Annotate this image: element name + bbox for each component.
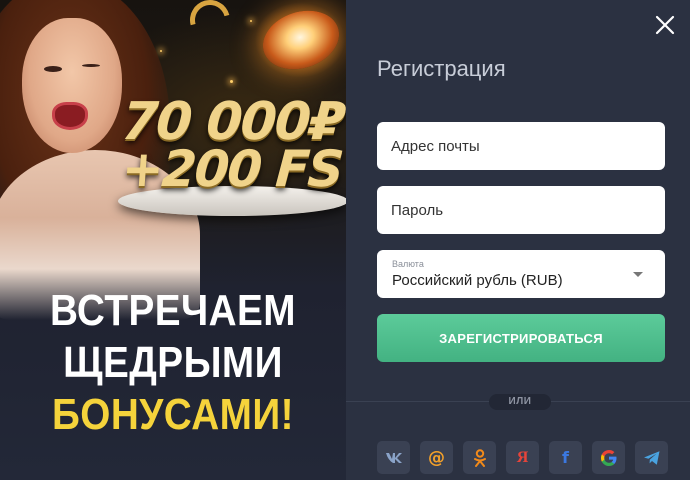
social-facebook-button[interactable]: f	[549, 441, 582, 474]
sparkle	[250, 20, 252, 22]
social-telegram-button[interactable]	[635, 441, 668, 474]
social-ok-button[interactable]	[463, 441, 496, 474]
odnoklassniki-icon	[473, 448, 486, 467]
register-button[interactable]: ЗАРЕГИСТРИРОВАТЬСЯ	[377, 314, 665, 362]
sparkle	[160, 50, 162, 52]
promo-woman-mouth	[52, 102, 88, 130]
prize-free-spins: +200 FS	[119, 140, 344, 198]
social-mailru-button[interactable]: @	[420, 441, 453, 474]
mail-ru-icon: @	[428, 447, 445, 468]
prize-text: 70 000₽ +200 FS	[119, 92, 346, 198]
social-yandex-button[interactable]: Я	[506, 441, 539, 474]
email-field[interactable]	[377, 122, 665, 170]
currency-select[interactable]: Валюта Российский рубль (RUB)	[377, 250, 665, 298]
promo-woman-eye-wink	[82, 64, 100, 67]
registration-panel: Регистрация Валюта Российский рубль (RUB…	[346, 0, 690, 480]
caret-down-icon	[633, 272, 643, 277]
password-field[interactable]	[377, 186, 665, 234]
headline-line-1: ВСТРЕЧАЕМ	[49, 286, 296, 335]
social-google-button[interactable]	[592, 441, 625, 474]
google-icon	[600, 449, 616, 466]
headline-line-2: ЩЕДРЫМИ	[63, 338, 283, 387]
vk-icon	[385, 452, 402, 463]
promo-banner: 70 000₽ +200 FS ВСТРЕЧАЕМ ЩЕДРЫМИ БОНУСА…	[0, 0, 346, 480]
sparkle	[230, 80, 233, 83]
close-icon	[655, 15, 675, 35]
promo-woman-face	[22, 18, 122, 153]
social-login-row: @ Я f	[377, 441, 668, 474]
promo-woman-eye	[44, 66, 62, 72]
casino-chip-image	[255, 1, 346, 79]
currency-label: Валюта	[392, 259, 424, 269]
social-vk-button[interactable]	[377, 441, 410, 474]
form-title: Регистрация	[377, 56, 506, 81]
gold-ribbon	[182, 0, 238, 48]
headline-line-3: БОНУСАМИ!	[52, 390, 294, 439]
currency-value: Российский рубль (RUB)	[392, 272, 563, 289]
telegram-icon	[643, 450, 659, 465]
yandex-icon: Я	[516, 448, 529, 466]
facebook-icon: f	[562, 448, 569, 467]
close-button[interactable]	[654, 14, 676, 36]
divider-label: ИЛИ	[489, 394, 551, 410]
